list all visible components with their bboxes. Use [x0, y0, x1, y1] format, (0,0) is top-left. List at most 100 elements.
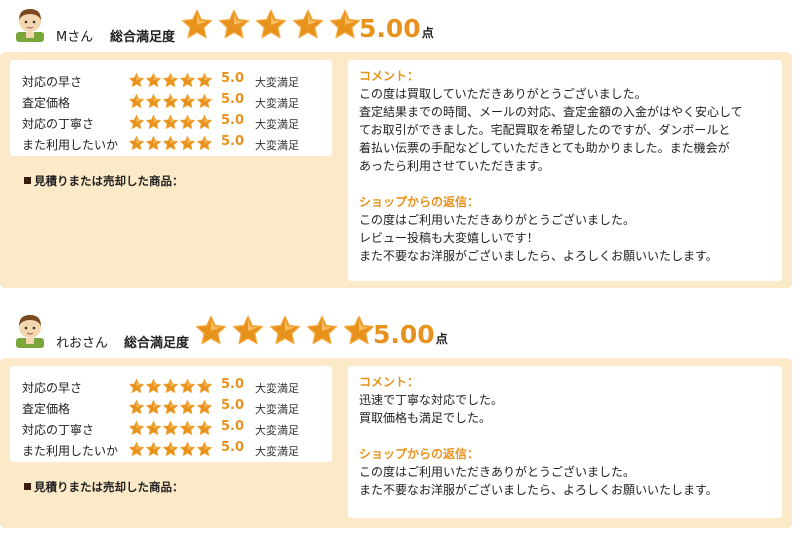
review-panel: 対応の早さ 5.0 大変満足 査定価格 5.0 大変満足 対応の丁寧さ 5.0 … — [0, 358, 792, 528]
star-icon — [196, 114, 213, 130]
rating-value: 5.0 — [221, 440, 245, 455]
rating-label: また利用したいか — [22, 138, 119, 152]
rating-value: 5.0 — [221, 134, 245, 149]
rating-row: 対応の早さ 5.0 大変満足 — [10, 70, 332, 91]
rating-text: 大変満足 — [255, 403, 299, 416]
star-icon — [196, 93, 213, 109]
star-icon — [162, 135, 179, 151]
rating-label: 対応の丁寧さ — [22, 423, 95, 437]
rating-stars — [128, 72, 213, 89]
star-icon — [179, 72, 196, 88]
review-card: Mさん 総合満足度 5.00点 対応の早さ 5.0 大変満足 査定価格 5.0 … — [0, 0, 800, 292]
star-icon — [196, 378, 213, 394]
rating-value: 5.0 — [221, 398, 245, 413]
shop-reply-text: この度はご利用いただきありがとうございました。 また不要なお洋服がございましたら… — [359, 465, 718, 497]
star-icon — [196, 399, 213, 415]
rating-text: 大変満足 — [255, 139, 299, 152]
rating-stars — [128, 399, 213, 416]
star-icon — [343, 315, 375, 345]
comment-box: コメント： この度は買取していただきありがとうございました。 査定結果までの時間… — [348, 60, 782, 281]
total-satisfaction-label: 総合満足度 — [110, 30, 176, 45]
star-icon — [145, 93, 162, 109]
star-icon — [179, 441, 196, 457]
star-icon — [162, 93, 179, 109]
rating-label: 査定価格 — [22, 96, 71, 110]
review-header: れおさん 総合満足度 5.00点 — [0, 306, 800, 356]
star-icon — [255, 9, 287, 39]
star-icon — [145, 378, 162, 394]
rating-value: 5.0 — [221, 92, 245, 107]
star-icon — [162, 72, 179, 88]
rating-label: 対応の早さ — [22, 75, 83, 89]
comment-text: この度は買取していただきありがとうございました。 査定結果までの時間、メールの対… — [359, 87, 743, 173]
total-score: 5.00点 — [359, 14, 434, 43]
star-icon — [179, 378, 196, 394]
star-icon — [269, 315, 301, 345]
rating-row: 査定価格 5.0 大変満足 — [10, 91, 332, 112]
rating-row: 対応の丁寧さ 5.0 大変満足 — [10, 418, 332, 439]
rating-label: また利用したいか — [22, 444, 119, 458]
rating-stars — [128, 420, 213, 437]
star-icon — [179, 399, 196, 415]
star-icon — [128, 114, 145, 130]
rating-stars — [128, 93, 213, 110]
star-icon — [232, 315, 264, 345]
star-icon — [162, 420, 179, 436]
rating-text: 大変満足 — [255, 382, 299, 395]
rating-value: 5.0 — [221, 113, 245, 128]
star-icon — [162, 441, 179, 457]
star-icon — [329, 9, 361, 39]
reviewer-name[interactable]: れおさん — [56, 332, 108, 351]
total-satisfaction-label: 総合満足度 — [124, 336, 190, 351]
rating-label: 対応の早さ — [22, 381, 83, 395]
rating-row: 対応の早さ 5.0 大変満足 — [10, 376, 332, 397]
shop-reply-title: ショップからの返信： — [359, 447, 480, 461]
star-icon — [162, 378, 179, 394]
rating-text: 大変満足 — [255, 97, 299, 110]
comment-title: コメント： — [359, 375, 420, 389]
rating-text: 大変満足 — [255, 118, 299, 131]
star-icon — [145, 114, 162, 130]
rating-value: 5.0 — [221, 419, 245, 434]
total-stars — [194, 314, 376, 348]
comment-title: コメント： — [359, 69, 420, 83]
purchased-goods-label: 見積りまたは売却した商品： — [24, 479, 184, 495]
star-icon — [128, 399, 145, 415]
star-icon — [128, 135, 145, 151]
user-avatar-icon — [16, 315, 44, 348]
star-icon — [145, 135, 162, 151]
reviewer-name[interactable]: Mさん — [56, 26, 93, 45]
shop-reply-title: ショップからの返信： — [359, 195, 480, 209]
rating-list: 対応の早さ 5.0 大変満足 査定価格 5.0 大変満足 対応の丁寧さ 5.0 … — [10, 366, 332, 462]
star-icon — [218, 9, 250, 39]
star-icon — [128, 441, 145, 457]
rating-stars — [128, 441, 213, 458]
star-icon — [292, 9, 324, 39]
star-icon — [145, 72, 162, 88]
rating-stars — [128, 378, 213, 395]
rating-row: また利用したいか 5.0 大変満足 — [10, 439, 332, 460]
star-icon — [145, 399, 162, 415]
total-score: 5.00点 — [373, 320, 448, 349]
star-icon — [179, 420, 196, 436]
star-icon — [179, 114, 196, 130]
rating-row: また利用したいか 5.0 大変満足 — [10, 133, 332, 154]
star-icon — [145, 420, 162, 436]
rating-row: 対応の丁寧さ 5.0 大変満足 — [10, 112, 332, 133]
rating-stars — [128, 114, 213, 131]
star-icon — [128, 93, 145, 109]
shop-reply-text: この度はご利用いただきありがとうございました。 レビュー投稿も大変嬉しいです！ … — [359, 213, 718, 263]
rating-label: 対応の丁寧さ — [22, 117, 95, 131]
comment-text: 迅速で丁寧な対応でした。 買取価格も満足でした。 — [359, 393, 504, 425]
star-icon — [162, 399, 179, 415]
star-icon — [128, 378, 145, 394]
star-icon — [179, 93, 196, 109]
user-avatar-icon — [16, 9, 44, 42]
rating-text: 大変満足 — [255, 76, 299, 89]
star-icon — [196, 420, 213, 436]
review-panel: 対応の早さ 5.0 大変満足 査定価格 5.0 大変満足 対応の丁寧さ 5.0 … — [0, 52, 792, 288]
star-icon — [162, 114, 179, 130]
rating-value: 5.0 — [221, 71, 245, 86]
rating-text: 大変満足 — [255, 445, 299, 458]
rating-stars — [128, 135, 213, 152]
